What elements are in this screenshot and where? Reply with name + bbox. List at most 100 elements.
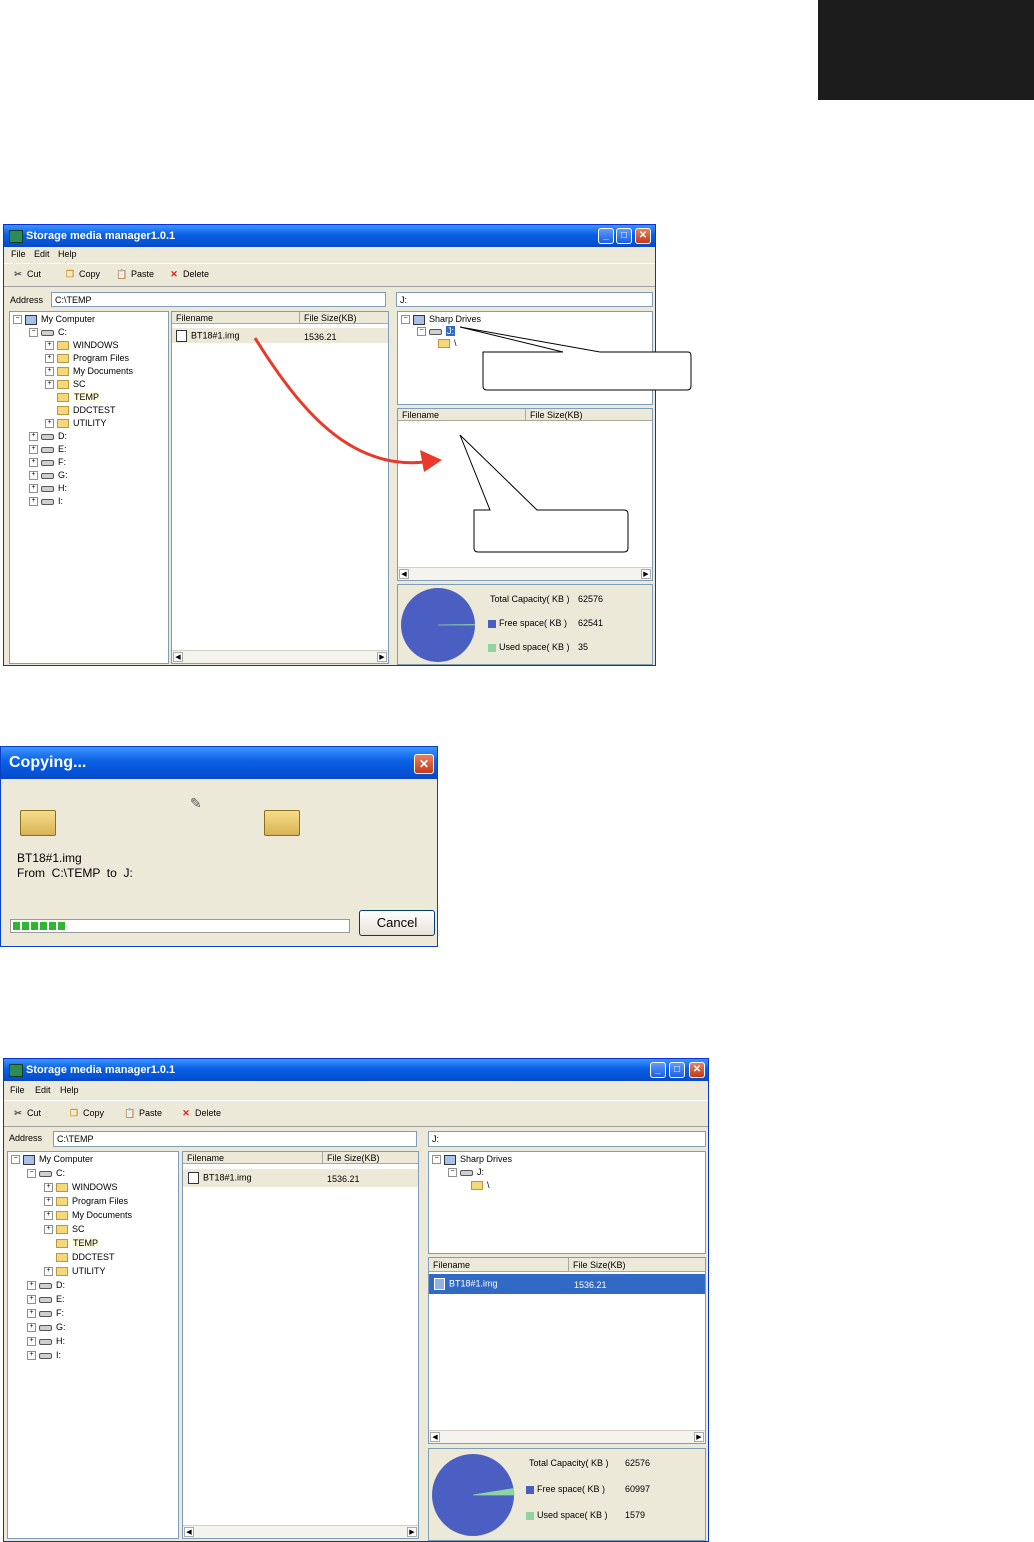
close-button[interactable]: ✕ bbox=[635, 228, 651, 244]
tree-drive-f[interactable]: + F: bbox=[27, 1308, 64, 1319]
minimize-button[interactable]: _ bbox=[650, 1062, 666, 1078]
scroll-right-arrow-icon[interactable]: ▶ bbox=[641, 569, 651, 579]
maximize-button[interactable]: □ bbox=[669, 1062, 685, 1078]
scroll-right-arrow-icon[interactable]: ▶ bbox=[407, 1527, 417, 1537]
tree-folder-temp[interactable]: TEMP bbox=[44, 1238, 100, 1249]
menu-help[interactable]: Help bbox=[58, 249, 77, 259]
tree-folder-utility[interactable]: + UTILITY bbox=[44, 1266, 106, 1277]
sharp-drive-tree[interactable]: − Sharp Drives − J: \ bbox=[428, 1151, 706, 1254]
address-input[interactable]: C:\TEMP bbox=[53, 1131, 417, 1147]
tree-drive-e[interactable]: + E: bbox=[29, 444, 67, 455]
tree-folder-program-files[interactable]: + Program Files bbox=[45, 353, 129, 364]
tree-drive-e[interactable]: + E: bbox=[27, 1294, 65, 1305]
folder-icon bbox=[56, 1183, 68, 1193]
tree-folder-my-documents[interactable]: + My Documents bbox=[45, 366, 133, 377]
tree-drive-j[interactable]: − J: bbox=[448, 1167, 484, 1178]
tree-sharp-drives[interactable]: − Sharp Drives bbox=[432, 1154, 512, 1165]
tree-folder-windows[interactable]: + WINDOWS bbox=[44, 1182, 118, 1193]
address-input[interactable]: C:\TEMP bbox=[51, 292, 386, 307]
scroll-left-arrow-icon[interactable]: ◀ bbox=[184, 1527, 194, 1537]
scroll-right-arrow-icon[interactable]: ▶ bbox=[377, 652, 387, 662]
tree-folder-my-documents[interactable]: + My Documents bbox=[44, 1210, 132, 1221]
tree-folder-root[interactable]: \ bbox=[471, 1180, 490, 1191]
tree-folder-sc[interactable]: + SC bbox=[44, 1224, 85, 1235]
menu-edit[interactable]: Edit bbox=[34, 249, 50, 259]
column-header-filename[interactable]: Filename bbox=[429, 1258, 569, 1272]
tree-drive-c[interactable]: − C: bbox=[29, 327, 67, 338]
column-header-filesize[interactable]: File Size(KB) bbox=[300, 312, 388, 324]
copy-button[interactable]: ❐ Copy bbox=[64, 269, 100, 280]
tree-drive-d[interactable]: + D: bbox=[27, 1280, 65, 1291]
column-header-filename[interactable]: Filename bbox=[183, 1152, 323, 1164]
tree-folder-ddctest[interactable]: DDCTEST bbox=[45, 405, 116, 416]
tree-drive-c[interactable]: − C: bbox=[27, 1168, 65, 1179]
sharp-file-list[interactable]: Filename File Size(KB) BT18#1.img 1536.2… bbox=[428, 1257, 706, 1444]
scroll-left-arrow-icon[interactable]: ◀ bbox=[399, 569, 409, 579]
tree-drive-h[interactable]: + H: bbox=[27, 1336, 65, 1347]
tree-sharp-drives[interactable]: − Sharp Drives bbox=[401, 314, 481, 325]
cut-button[interactable]: ✂ Cut bbox=[12, 269, 41, 280]
local-folder-tree[interactable]: − My Computer − C: + WINDOWS + Program Files… bbox=[9, 311, 169, 664]
sharp-path-input[interactable]: J: bbox=[428, 1131, 706, 1147]
tree-folder-windows[interactable]: + WINDOWS bbox=[45, 340, 119, 351]
column-header-filesize[interactable]: File Size(KB) bbox=[526, 409, 652, 421]
tree-drive-f[interactable]: + F: bbox=[29, 457, 66, 468]
tree-my-computer[interactable]: − My Computer bbox=[13, 314, 95, 325]
menu-help[interactable]: Help bbox=[60, 1085, 79, 1095]
scroll-right-arrow-icon[interactable]: ▶ bbox=[694, 1432, 704, 1442]
tree-drive-g[interactable]: + G: bbox=[27, 1322, 66, 1333]
tree-drive-i[interactable]: + I: bbox=[27, 1350, 61, 1361]
tree-drive-i[interactable]: + I: bbox=[29, 496, 63, 507]
maximize-button[interactable]: □ bbox=[616, 228, 632, 244]
copy-button[interactable]: ❐ Copy bbox=[68, 1108, 104, 1119]
menu-file[interactable]: File bbox=[11, 249, 26, 259]
scroll-left-arrow-icon[interactable]: ◀ bbox=[430, 1432, 440, 1442]
horizontal-scrollbar[interactable]: ◀ ▶ bbox=[398, 567, 652, 580]
tree-drive-g[interactable]: + G: bbox=[29, 470, 68, 481]
delete-button[interactable]: ✕ Delete bbox=[168, 269, 209, 280]
column-header-filename[interactable]: Filename bbox=[172, 312, 300, 324]
menu-edit[interactable]: Edit bbox=[35, 1085, 51, 1095]
close-button[interactable]: ✕ bbox=[689, 1062, 705, 1078]
tree-drive-h[interactable]: + H: bbox=[29, 483, 67, 494]
tree-folder-utility[interactable]: + UTILITY bbox=[45, 418, 107, 429]
tree-my-computer[interactable]: − My Computer bbox=[11, 1154, 93, 1165]
scroll-left-arrow-icon[interactable]: ◀ bbox=[173, 652, 183, 662]
menu-file[interactable]: File bbox=[10, 1085, 25, 1095]
tree-folder-sc[interactable]: + SC bbox=[45, 379, 86, 390]
column-header-filesize[interactable]: File Size(KB) bbox=[323, 1152, 418, 1164]
delete-button[interactable]: ✕ Delete bbox=[180, 1108, 221, 1119]
delete-x-icon: ✕ bbox=[170, 269, 178, 279]
title-bar[interactable]: Storage media manager1.0.1 _ □ ✕ bbox=[4, 225, 655, 247]
tree-folder-root[interactable]: \ bbox=[438, 338, 457, 349]
file-row-selected[interactable]: BT18#1.img 1536.21 bbox=[429, 1274, 705, 1294]
file-row[interactable]: BT18#1.img 1536.21 bbox=[172, 328, 388, 343]
tree-folder-program-files[interactable]: + Program Files bbox=[44, 1196, 128, 1207]
sharp-file-list[interactable]: Filename File Size(KB) ◀ ▶ bbox=[397, 408, 653, 581]
minimize-button[interactable]: _ bbox=[598, 228, 614, 244]
sharp-drive-tree[interactable]: − Sharp Drives − J: \ bbox=[397, 311, 653, 405]
tree-label: J: bbox=[446, 326, 456, 336]
column-header-filename[interactable]: Filename bbox=[398, 409, 526, 421]
horizontal-scrollbar[interactable]: ◀ ▶ bbox=[172, 650, 388, 663]
tree-drive-d[interactable]: + D: bbox=[29, 431, 67, 442]
cancel-button[interactable]: Cancel bbox=[359, 910, 435, 936]
column-header-filesize[interactable]: File Size(KB) bbox=[569, 1258, 705, 1272]
cut-button[interactable]: ✂ Cut bbox=[12, 1108, 41, 1119]
used-space-row: Used space( KB ) 35 bbox=[488, 642, 588, 652]
paste-button[interactable]: 📋 Paste bbox=[116, 269, 154, 280]
tree-drive-j[interactable]: − J: bbox=[417, 326, 456, 337]
horizontal-scrollbar[interactable]: ◀ ▶ bbox=[429, 1430, 705, 1443]
horizontal-scrollbar[interactable]: ◀ ▶ bbox=[183, 1525, 418, 1538]
dialog-title-bar[interactable]: Copying... ✕ bbox=[1, 747, 437, 779]
tree-folder-ddctest[interactable]: DDCTEST bbox=[44, 1252, 115, 1263]
paste-button[interactable]: 📋 Paste bbox=[124, 1108, 162, 1119]
title-bar[interactable]: Storage media manager1.0.1 _ □ ✕ bbox=[4, 1059, 708, 1081]
tree-folder-temp[interactable]: TEMP bbox=[45, 392, 101, 403]
close-button[interactable]: ✕ bbox=[414, 754, 434, 774]
file-row[interactable]: BT18#1.img 1536.21 bbox=[183, 1169, 418, 1187]
local-file-list[interactable]: Filename File Size(KB) BT18#1.img 1536.2… bbox=[182, 1151, 419, 1539]
sharp-path-input[interactable]: J: bbox=[396, 292, 653, 307]
local-folder-tree[interactable]: − My Computer − C: + WINDOWS + Program Files… bbox=[7, 1151, 179, 1539]
local-file-list[interactable]: Filename File Size(KB) BT18#1.img 1536.2… bbox=[171, 311, 389, 664]
